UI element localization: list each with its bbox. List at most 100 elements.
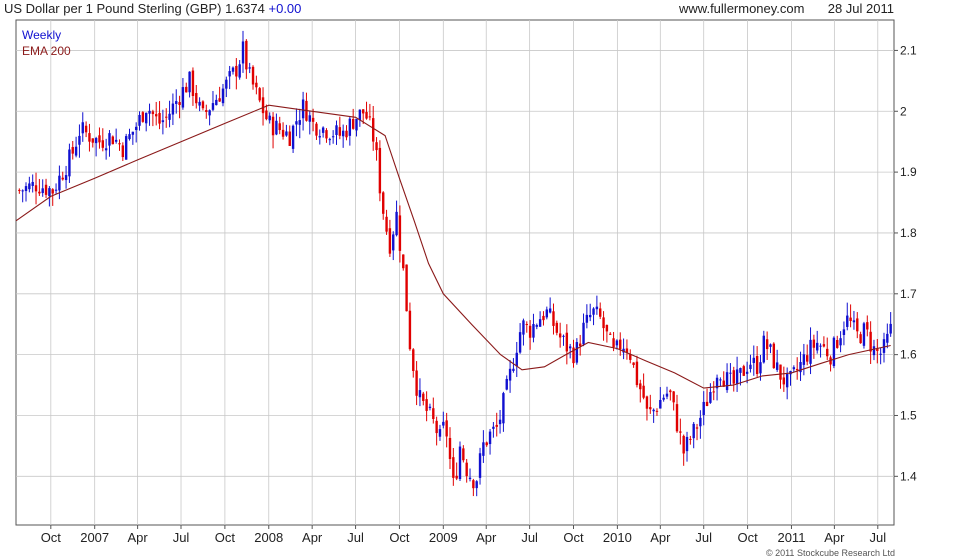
candle-down <box>472 480 475 489</box>
candle-up <box>438 429 442 437</box>
candle-down <box>445 420 448 437</box>
candle-up <box>792 367 796 370</box>
candle-up <box>832 337 836 367</box>
candle-down <box>315 123 318 136</box>
candle-up <box>94 138 98 144</box>
legend-label: Weekly <box>22 28 61 42</box>
candle-up <box>685 436 689 452</box>
candle-up <box>532 324 535 338</box>
candle-up <box>518 332 522 353</box>
candle-down <box>462 448 465 461</box>
candle-up <box>215 99 218 106</box>
candle-down <box>552 311 555 326</box>
candle-down <box>121 145 125 158</box>
candle-down <box>675 404 679 432</box>
candle-up <box>341 130 345 137</box>
candle-down <box>705 401 709 406</box>
candle-down <box>255 82 258 88</box>
candle-down <box>869 331 872 352</box>
candle-up <box>335 125 338 136</box>
candle-down <box>235 65 238 77</box>
candle-down <box>288 131 291 146</box>
candle-down <box>325 130 328 139</box>
candle-down <box>382 192 385 214</box>
candle-down <box>732 370 735 384</box>
candle-up <box>392 234 395 251</box>
y-tick-label: 2.1 <box>900 43 917 57</box>
candle-down <box>398 215 402 251</box>
candle-down <box>338 127 342 136</box>
x-tick-label: 2011 <box>777 530 805 545</box>
x-tick-label: Apr <box>302 530 323 545</box>
candle-down <box>271 116 275 136</box>
candle-up <box>285 131 288 136</box>
candle-up <box>458 446 462 479</box>
x-tick-label: Jul <box>173 530 190 545</box>
candle-up <box>134 126 138 131</box>
candle-up <box>225 79 228 89</box>
candle-up <box>275 120 278 135</box>
candle-up <box>879 353 882 355</box>
y-tick-label: 1.6 <box>900 348 917 362</box>
copyright-notice: © 2011 Stockcube Research Ltd <box>765 548 895 558</box>
candle-down <box>178 102 181 105</box>
candle-up <box>749 364 752 370</box>
candle-down <box>71 147 74 154</box>
candle-down <box>165 116 168 118</box>
candle-down <box>385 216 388 232</box>
candle-down <box>542 315 545 321</box>
candle-down <box>629 354 632 360</box>
candle-up <box>702 401 705 416</box>
candle-up <box>241 41 245 64</box>
candle-up <box>181 87 185 108</box>
candle-down <box>695 427 699 429</box>
candle-up <box>128 134 131 140</box>
candle-up <box>562 335 565 337</box>
candle-down <box>555 322 559 333</box>
candle-up <box>482 442 485 456</box>
candle-down <box>141 112 145 122</box>
candle-down <box>806 355 809 362</box>
candle-up <box>852 320 856 323</box>
candle-up <box>54 189 58 191</box>
candle-up <box>535 325 538 327</box>
candle-up <box>508 368 512 381</box>
price-chart: 1.4 1.5 1.6 1.7 1.8 1.9 2 2.1 Oct 2007 Apr Jul Oct 20… <box>15 19 917 545</box>
candle-up <box>301 99 305 119</box>
candle-down <box>765 339 769 350</box>
candle-down <box>485 442 488 446</box>
candle-up <box>168 113 171 120</box>
candle-up <box>248 67 251 69</box>
candle-up <box>348 118 352 136</box>
candle-up <box>585 314 589 323</box>
candle-down <box>118 143 121 145</box>
x-tick-label: Oct <box>563 530 584 545</box>
candle-up <box>709 392 712 403</box>
candle-down <box>101 140 104 148</box>
candle-down <box>44 184 48 195</box>
candle-up <box>785 373 789 388</box>
candle-up <box>428 406 432 409</box>
candle-up <box>175 101 178 104</box>
candle-down <box>205 110 208 112</box>
candle-down <box>415 370 418 396</box>
candle-up <box>48 188 51 197</box>
candle-down <box>51 189 54 194</box>
candle-down <box>679 431 682 433</box>
candle-up <box>131 131 135 135</box>
y-tick-label: 1.9 <box>900 165 917 179</box>
candle-up <box>468 477 472 479</box>
candle-up <box>41 188 44 194</box>
candle-down <box>405 264 408 312</box>
candle-up <box>64 175 68 181</box>
candle-down <box>465 462 468 477</box>
candle-down <box>639 383 642 390</box>
candle-up <box>592 308 595 315</box>
candle-down <box>402 254 405 269</box>
candle-up <box>291 125 295 149</box>
candle-down <box>408 310 412 350</box>
candle-down <box>782 377 786 385</box>
y-tick-label: 1.5 <box>900 408 917 422</box>
candle-down <box>281 129 285 137</box>
x-tick-label: Apr <box>824 530 845 545</box>
